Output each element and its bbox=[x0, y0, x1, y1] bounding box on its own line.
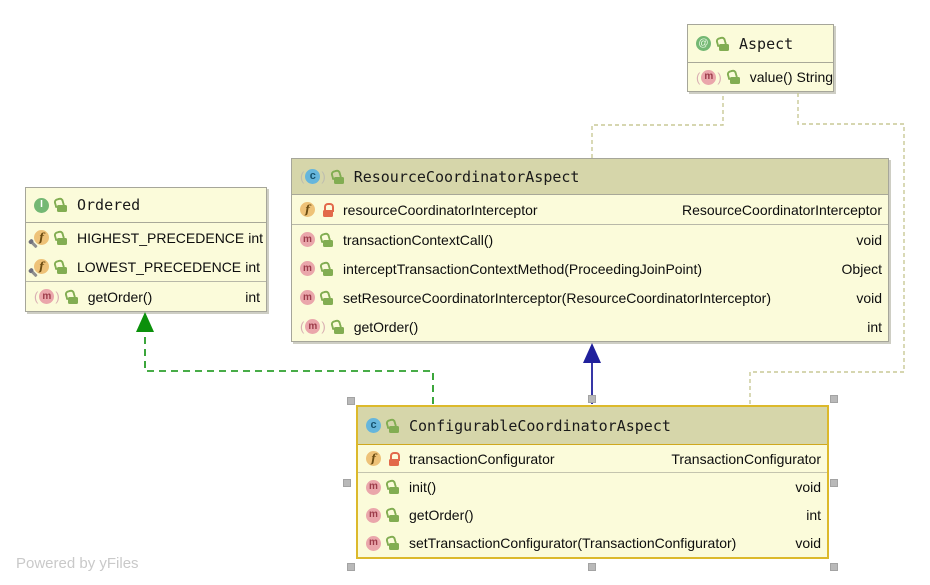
member-name: LOWEST_PRECEDENCE bbox=[77, 258, 242, 275]
selection-handle[interactable] bbox=[588, 395, 596, 403]
member-name: getOrder() bbox=[353, 318, 419, 335]
private-lock-icon bbox=[322, 202, 334, 217]
method-icon bbox=[701, 69, 717, 85]
diagram-canvas[interactable]: Aspect value() String Ordered HIGHEST_PR… bbox=[0, 0, 930, 585]
member-name: setResourceCoordinatorInterceptor(Resour… bbox=[343, 289, 771, 306]
public-lock-icon bbox=[329, 168, 345, 184]
member-name: interceptTransactionContextMethod(Procee… bbox=[343, 260, 703, 277]
generalization-arrowhead bbox=[583, 343, 601, 363]
member-row[interactable]: resourceCoordinatorInterceptor ResourceC… bbox=[292, 195, 888, 224]
public-lock-icon bbox=[52, 196, 68, 212]
member-type: void bbox=[795, 479, 821, 495]
class-name: ResourceCoordinatorAspect bbox=[353, 167, 580, 186]
public-lock-icon bbox=[52, 229, 68, 245]
member-name: setTransactionConfigurator(TransactionCo… bbox=[409, 535, 737, 551]
method-icon bbox=[300, 290, 315, 305]
member-type: int bbox=[867, 318, 882, 335]
public-lock-icon bbox=[52, 258, 68, 274]
selection-handle[interactable] bbox=[830, 479, 838, 487]
annotation-icon bbox=[696, 36, 711, 51]
field-icon bbox=[34, 230, 49, 245]
public-lock-icon bbox=[63, 288, 79, 304]
class-header: ConfigurableCoordinatorAspect bbox=[358, 407, 827, 445]
class-node-resource-coordinator-aspect[interactable]: ResourceCoordinatorAspect resourceCoordi… bbox=[291, 158, 889, 342]
method-icon bbox=[300, 261, 315, 276]
member-type: void bbox=[795, 535, 821, 551]
public-lock-icon bbox=[318, 260, 334, 276]
member-name: transactionContextCall() bbox=[343, 231, 494, 248]
member-type: String bbox=[796, 69, 834, 85]
member-type: int bbox=[806, 507, 821, 523]
realization-arrowhead bbox=[136, 312, 154, 332]
field-icon bbox=[34, 259, 49, 274]
public-lock-icon bbox=[725, 68, 741, 84]
member-type: int bbox=[248, 229, 264, 246]
annotation-dependency-edge-rca-aspect[interactable] bbox=[591, 93, 724, 158]
member-row[interactable]: HIGHEST_PRECEDENCE int bbox=[26, 223, 266, 252]
member-row[interactable]: transactionContextCall() void bbox=[292, 225, 888, 254]
class-name: Aspect bbox=[739, 34, 794, 53]
class-header: Ordered bbox=[26, 188, 266, 223]
method-icon bbox=[300, 232, 315, 247]
member-type: void bbox=[856, 289, 882, 306]
member-row[interactable]: LOWEST_PRECEDENCE int bbox=[26, 252, 266, 281]
public-lock-icon bbox=[318, 231, 334, 247]
private-lock-icon bbox=[388, 451, 400, 466]
class-name: ConfigurableCoordinatorAspect bbox=[409, 416, 671, 435]
method-icon bbox=[305, 319, 321, 334]
selection-handle[interactable] bbox=[343, 479, 351, 487]
selection-handle[interactable] bbox=[347, 397, 355, 405]
realization-edge-cca-ordered[interactable] bbox=[144, 332, 434, 404]
member-row[interactable]: transactionConfigurator TransactionConfi… bbox=[358, 445, 827, 472]
class-node-ordered[interactable]: Ordered HIGHEST_PRECEDENCE int LOWEST_PR… bbox=[25, 187, 267, 312]
method-icon bbox=[39, 289, 55, 304]
member-name: init() bbox=[409, 479, 437, 495]
method-icon bbox=[366, 535, 381, 551]
public-lock-icon bbox=[384, 417, 400, 433]
public-lock-icon bbox=[384, 478, 400, 494]
member-type: void bbox=[856, 231, 882, 248]
method-icon bbox=[366, 479, 381, 495]
member-name: HIGHEST_PRECEDENCE bbox=[77, 229, 245, 246]
member-row[interactable]: setTransactionConfigurator(TransactionCo… bbox=[358, 529, 827, 557]
class-name: Ordered bbox=[77, 196, 141, 214]
member-row[interactable]: getOrder() int bbox=[292, 312, 888, 341]
member-name: resourceCoordinatorInterceptor bbox=[343, 201, 538, 218]
member-name: getOrder() bbox=[87, 288, 153, 305]
selection-handle[interactable] bbox=[347, 563, 355, 571]
member-name: getOrder() bbox=[409, 507, 474, 523]
member-name: value() bbox=[749, 69, 793, 85]
member-row[interactable]: getOrder() int bbox=[26, 282, 266, 311]
selection-handle[interactable] bbox=[830, 563, 838, 571]
public-lock-icon bbox=[318, 289, 334, 305]
class-node-aspect[interactable]: Aspect value() String bbox=[687, 24, 834, 92]
public-lock-icon bbox=[714, 35, 730, 51]
class-icon bbox=[305, 169, 321, 184]
member-row[interactable]: interceptTransactionContextMethod(Procee… bbox=[292, 254, 888, 283]
class-node-configurable-coordinator-aspect[interactable]: ConfigurableCoordinatorAspect transactio… bbox=[356, 405, 829, 559]
public-lock-icon bbox=[329, 318, 345, 334]
public-lock-icon bbox=[384, 534, 400, 550]
selection-handle[interactable] bbox=[588, 563, 596, 571]
member-row[interactable]: init() void bbox=[358, 473, 827, 501]
selection-handle[interactable] bbox=[830, 395, 838, 403]
class-header: ResourceCoordinatorAspect bbox=[292, 159, 888, 195]
member-row[interactable]: value() String bbox=[688, 63, 833, 91]
method-icon bbox=[366, 507, 381, 523]
member-row[interactable]: getOrder() int bbox=[358, 501, 827, 529]
member-type: int bbox=[245, 258, 260, 275]
member-name: transactionConfigurator bbox=[409, 450, 555, 467]
class-icon bbox=[366, 418, 381, 433]
field-icon bbox=[366, 451, 381, 466]
yfiles-watermark: Powered by yFiles bbox=[16, 555, 139, 572]
public-lock-icon bbox=[384, 506, 400, 522]
class-header: Aspect bbox=[688, 25, 833, 63]
member-type: ResourceCoordinatorInterceptor bbox=[682, 201, 882, 218]
member-type: TransactionConfigurator bbox=[671, 450, 821, 467]
interface-icon bbox=[34, 197, 49, 213]
field-icon bbox=[300, 202, 315, 217]
member-type: Object bbox=[841, 260, 882, 277]
member-row[interactable]: setResourceCoordinatorInterceptor(Resour… bbox=[292, 283, 888, 312]
member-type: int bbox=[245, 288, 260, 305]
